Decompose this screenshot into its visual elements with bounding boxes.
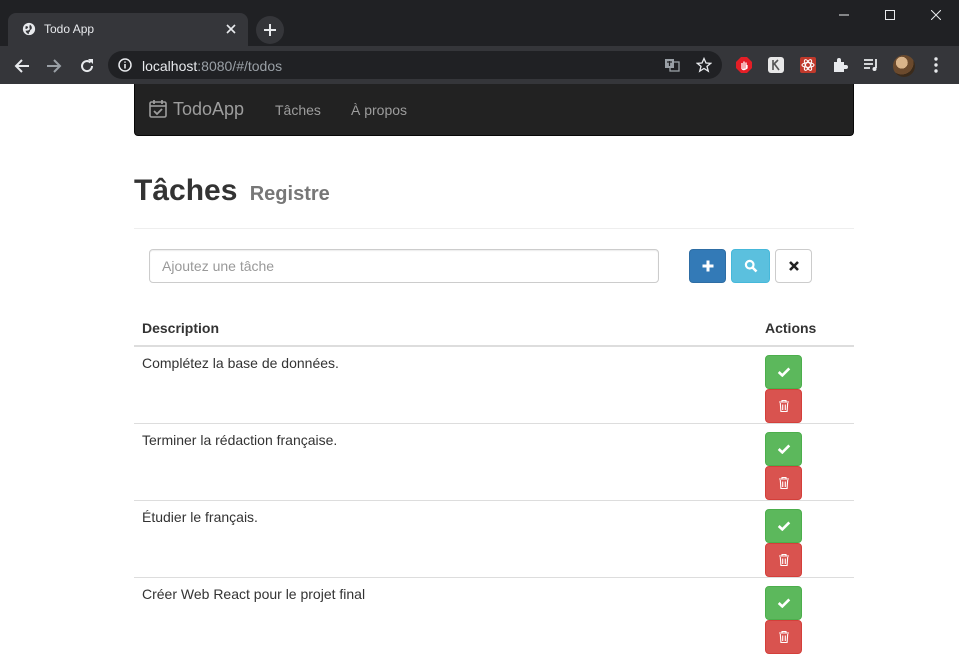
complete-task-button[interactable] bbox=[765, 586, 802, 620]
delete-task-button[interactable] bbox=[765, 466, 802, 500]
check-icon bbox=[777, 367, 790, 377]
calendar-check-icon bbox=[149, 99, 167, 118]
complete-task-button[interactable] bbox=[765, 355, 802, 389]
task-actions bbox=[757, 578, 854, 654]
close-icon[interactable] bbox=[224, 22, 238, 36]
table-row: Terminer la rédaction française. bbox=[134, 424, 854, 501]
maximize-button[interactable] bbox=[867, 0, 913, 30]
task-description: Terminer la rédaction française. bbox=[134, 424, 757, 501]
menu-icon[interactable] bbox=[930, 56, 942, 74]
search-icon bbox=[744, 260, 757, 273]
search-task-button[interactable] bbox=[731, 249, 770, 283]
nav-link-a-propos[interactable]: À propos bbox=[351, 102, 407, 118]
page-title: Tâches Registre bbox=[134, 174, 330, 208]
url-host: localhost bbox=[142, 58, 197, 74]
info-icon[interactable] bbox=[118, 58, 132, 72]
media-icon[interactable] bbox=[862, 56, 880, 74]
task-description: Complétez la base de données. bbox=[134, 346, 757, 424]
task-description: Créer Web React pour le projet final bbox=[134, 578, 757, 654]
table-row: Complétez la base de données. bbox=[134, 346, 854, 424]
address-bar[interactable]: localhost:8080/#/todos bbox=[108, 51, 722, 79]
add-task-input[interactable] bbox=[149, 249, 659, 283]
browser-tab[interactable]: Todo App bbox=[8, 13, 248, 46]
column-header-description: Description bbox=[134, 310, 757, 346]
reload-button[interactable] bbox=[74, 53, 100, 79]
complete-task-button[interactable] bbox=[765, 432, 802, 466]
table-header-row: Description Actions bbox=[134, 310, 854, 346]
forward-icon bbox=[46, 58, 62, 74]
forward-button[interactable] bbox=[41, 53, 67, 79]
window-close-button[interactable] bbox=[913, 0, 959, 30]
task-table: Description Actions Complétez la base de… bbox=[134, 310, 854, 654]
maximize-icon bbox=[885, 10, 895, 20]
check-icon bbox=[777, 444, 790, 454]
clear-button[interactable] bbox=[775, 249, 812, 283]
trash-icon bbox=[778, 554, 789, 567]
page-content: TodoApp Tâches À propos Tâches Registre … bbox=[0, 84, 959, 577]
trash-icon bbox=[778, 477, 789, 490]
complete-task-button[interactable] bbox=[765, 509, 802, 543]
back-button[interactable] bbox=[9, 53, 35, 79]
navbar-brand-text: TodoApp bbox=[173, 99, 244, 120]
globe-icon bbox=[22, 22, 36, 36]
task-actions bbox=[757, 501, 854, 578]
task-actions bbox=[757, 424, 854, 501]
extension-icon[interactable] bbox=[767, 56, 785, 74]
times-icon bbox=[789, 261, 799, 271]
delete-task-button[interactable] bbox=[765, 389, 802, 423]
trash-icon bbox=[778, 400, 789, 413]
check-icon bbox=[777, 521, 790, 531]
plus-icon bbox=[263, 23, 277, 37]
new-tab-button[interactable] bbox=[256, 16, 284, 44]
task-actions bbox=[757, 346, 854, 424]
puzzle-icon[interactable] bbox=[831, 56, 849, 74]
window-close-icon bbox=[931, 10, 941, 20]
nav-link-taches[interactable]: Tâches bbox=[275, 102, 321, 118]
adblock-extension-icon[interactable] bbox=[735, 56, 753, 74]
add-task-button[interactable] bbox=[689, 249, 726, 283]
task-description: Étudier le français. bbox=[134, 501, 757, 578]
profile-avatar[interactable] bbox=[893, 55, 915, 77]
browser-titlebar: Todo App bbox=[0, 0, 959, 46]
react-devtools-icon[interactable] bbox=[799, 56, 817, 74]
minimize-icon bbox=[839, 10, 849, 20]
page-header: Tâches Registre bbox=[134, 174, 854, 229]
tab-title: Todo App bbox=[44, 22, 94, 36]
minimize-button[interactable] bbox=[821, 0, 867, 30]
table-row: Créer Web React pour le projet final bbox=[134, 578, 854, 654]
check-icon bbox=[777, 598, 790, 608]
page-title-text: Tâches bbox=[134, 174, 237, 207]
plus-icon bbox=[702, 260, 714, 272]
url-text[interactable]: localhost:8080/#/todos bbox=[142, 58, 282, 74]
trash-icon bbox=[778, 631, 789, 644]
delete-task-button[interactable] bbox=[765, 543, 802, 577]
app-navbar: TodoApp Tâches À propos bbox=[134, 84, 854, 136]
browser-toolbar: localhost:8080/#/todos bbox=[0, 46, 959, 84]
page-subtitle: Registre bbox=[250, 183, 330, 205]
translate-icon[interactable] bbox=[664, 57, 680, 73]
table-row: Étudier le français. bbox=[134, 501, 854, 578]
reload-icon bbox=[79, 58, 95, 74]
column-header-actions: Actions bbox=[757, 310, 854, 346]
star-icon[interactable] bbox=[696, 57, 712, 73]
delete-task-button[interactable] bbox=[765, 620, 802, 654]
url-path: :8080/#/todos bbox=[197, 58, 282, 74]
back-icon bbox=[14, 58, 30, 74]
